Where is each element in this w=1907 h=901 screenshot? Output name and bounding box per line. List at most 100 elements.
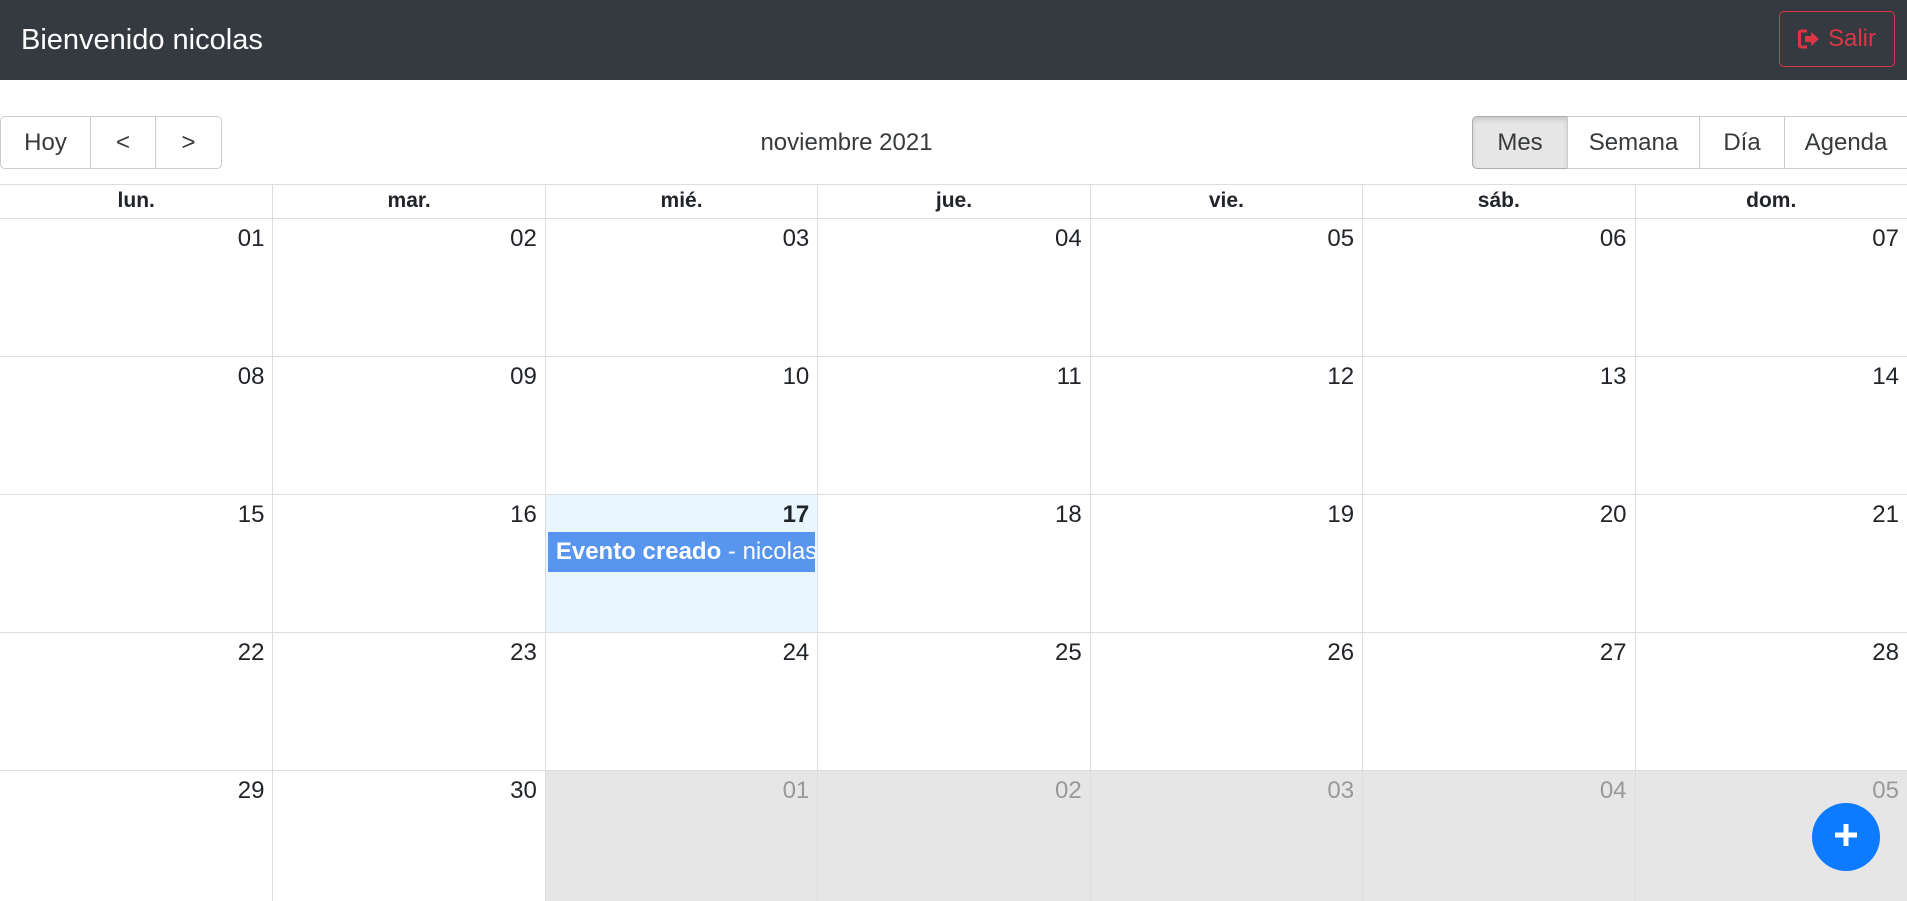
- week-row: 22 23 24 25 26 27 28: [0, 633, 1907, 771]
- day-number[interactable]: 04: [1055, 225, 1082, 253]
- add-event-button[interactable]: [1812, 803, 1880, 871]
- month-calendar: lun. mar. mié. jue. vie. sáb. dom. 01 02…: [0, 184, 1907, 901]
- day-number[interactable]: 11: [1057, 363, 1082, 391]
- weekday-label: sáb.: [1362, 185, 1634, 218]
- day-cell-next-month[interactable]: 03: [1089, 771, 1363, 901]
- calendar-event[interactable]: Evento creado - nicolas: [547, 532, 816, 572]
- day-cell[interactable]: 23: [272, 633, 544, 770]
- weekday-label: dom.: [1634, 185, 1907, 218]
- navigation-group: Hoy < >: [0, 116, 222, 169]
- day-number[interactable]: 01: [783, 777, 810, 805]
- day-cell[interactable]: 22: [0, 633, 272, 770]
- day-cell[interactable]: 12: [1089, 357, 1362, 494]
- day-number[interactable]: 16: [510, 501, 537, 529]
- day-number[interactable]: 18: [1055, 501, 1082, 529]
- day-cell[interactable]: 01: [0, 219, 272, 356]
- event-user: nicolas: [742, 538, 816, 565]
- day-cell[interactable]: 05: [1089, 219, 1362, 356]
- day-cell[interactable]: 26: [1089, 633, 1362, 770]
- day-cell[interactable]: 25: [817, 633, 1089, 770]
- day-number[interactable]: 02: [510, 225, 537, 253]
- week-row: 15 16 17 Evento creado - nicolas 18 19 2…: [0, 495, 1907, 633]
- day-number[interactable]: 28: [1872, 639, 1899, 667]
- day-cell[interactable]: 04: [817, 219, 1089, 356]
- current-month-label: noviembre 2021: [760, 129, 933, 156]
- day-number[interactable]: 30: [510, 777, 537, 805]
- day-cell[interactable]: 21: [1634, 495, 1907, 632]
- day-cell[interactable]: 06: [1362, 219, 1634, 356]
- week-row: 08 09 10 11 12 13 14: [0, 357, 1907, 495]
- day-number[interactable]: 13: [1600, 363, 1627, 391]
- day-cell[interactable]: 16: [272, 495, 544, 632]
- view-agenda-button[interactable]: Agenda: [1783, 116, 1907, 169]
- day-cell[interactable]: 08: [0, 357, 272, 494]
- day-cell[interactable]: 14: [1634, 357, 1907, 494]
- week-row: 01 02 03 04 05 06 07: [0, 219, 1907, 357]
- day-number[interactable]: 04: [1600, 777, 1627, 805]
- day-number[interactable]: 03: [783, 225, 810, 253]
- day-number[interactable]: 07: [1872, 225, 1899, 253]
- day-number[interactable]: 25: [1055, 639, 1082, 667]
- day-number[interactable]: 19: [1327, 501, 1354, 529]
- day-cell[interactable]: 09: [272, 357, 544, 494]
- day-number[interactable]: 14: [1872, 363, 1899, 391]
- day-cell[interactable]: 03: [544, 219, 817, 356]
- day-cell[interactable]: 19: [1089, 495, 1362, 632]
- day-cell[interactable]: 10: [544, 357, 817, 494]
- day-cell-next-month[interactable]: 02: [817, 771, 1090, 901]
- weekday-header: lun. mar. mié. jue. vie. sáb. dom.: [0, 184, 1907, 219]
- logout-label: Salir: [1827, 25, 1876, 52]
- top-navbar: Bienvenido nicolas Salir: [0, 0, 1907, 80]
- day-cell[interactable]: 15: [0, 495, 272, 632]
- day-number[interactable]: 24: [783, 639, 810, 667]
- view-switcher: Mes Semana Día Agenda: [1472, 116, 1907, 169]
- day-cell[interactable]: 28: [1634, 633, 1907, 770]
- day-number[interactable]: 08: [238, 363, 265, 391]
- day-cell[interactable]: 30: [272, 771, 544, 901]
- view-week-button[interactable]: Semana: [1566, 116, 1701, 169]
- day-number[interactable]: 05: [1872, 777, 1899, 805]
- day-number[interactable]: 06: [1600, 225, 1627, 253]
- day-number[interactable]: 01: [238, 225, 265, 253]
- week-row: 29 30 01 02 03 04 05: [0, 771, 1907, 901]
- day-number[interactable]: 09: [510, 363, 537, 391]
- day-cell[interactable]: 24: [544, 633, 817, 770]
- day-number[interactable]: 03: [1327, 777, 1354, 805]
- logout-button[interactable]: Salir: [1779, 11, 1895, 67]
- day-cell-today[interactable]: 17 Evento creado - nicolas: [544, 495, 818, 632]
- day-number[interactable]: 23: [510, 639, 537, 667]
- day-number[interactable]: 02: [1055, 777, 1082, 805]
- day-number[interactable]: 21: [1872, 501, 1899, 529]
- day-number[interactable]: 29: [238, 777, 265, 805]
- weekday-label: lun.: [117, 189, 155, 212]
- day-cell-next-month[interactable]: 04: [1362, 771, 1635, 901]
- day-cell[interactable]: 07: [1634, 219, 1907, 356]
- day-number[interactable]: 10: [783, 363, 810, 391]
- today-button[interactable]: Hoy: [0, 116, 91, 169]
- view-day-button[interactable]: Día: [1699, 116, 1785, 169]
- weekday-label: vie.: [1089, 185, 1362, 218]
- event-title: Evento creado: [555, 538, 722, 565]
- day-number[interactable]: 22: [238, 639, 265, 667]
- day-number[interactable]: 15: [238, 501, 265, 529]
- day-cell[interactable]: 29: [0, 771, 272, 901]
- day-number[interactable]: 26: [1327, 639, 1354, 667]
- welcome-title: Bienvenido nicolas: [21, 24, 263, 56]
- day-cell[interactable]: 18: [817, 495, 1089, 632]
- plus-icon: [1833, 822, 1859, 853]
- day-number[interactable]: 20: [1600, 501, 1627, 529]
- previous-month-button[interactable]: <: [89, 116, 157, 169]
- day-cell[interactable]: 02: [272, 219, 544, 356]
- day-number[interactable]: 27: [1600, 639, 1627, 667]
- weekday-label: mar.: [272, 185, 544, 218]
- day-number[interactable]: 12: [1327, 363, 1354, 391]
- day-number[interactable]: 05: [1327, 225, 1354, 253]
- day-cell[interactable]: 11: [817, 357, 1089, 494]
- view-month-button[interactable]: Mes: [1472, 116, 1568, 169]
- day-number[interactable]: 17: [783, 501, 810, 529]
- day-cell[interactable]: 27: [1362, 633, 1634, 770]
- day-cell[interactable]: 20: [1362, 495, 1634, 632]
- day-cell[interactable]: 13: [1362, 357, 1634, 494]
- next-month-button[interactable]: >: [155, 116, 222, 169]
- day-cell-next-month[interactable]: 01: [544, 771, 818, 901]
